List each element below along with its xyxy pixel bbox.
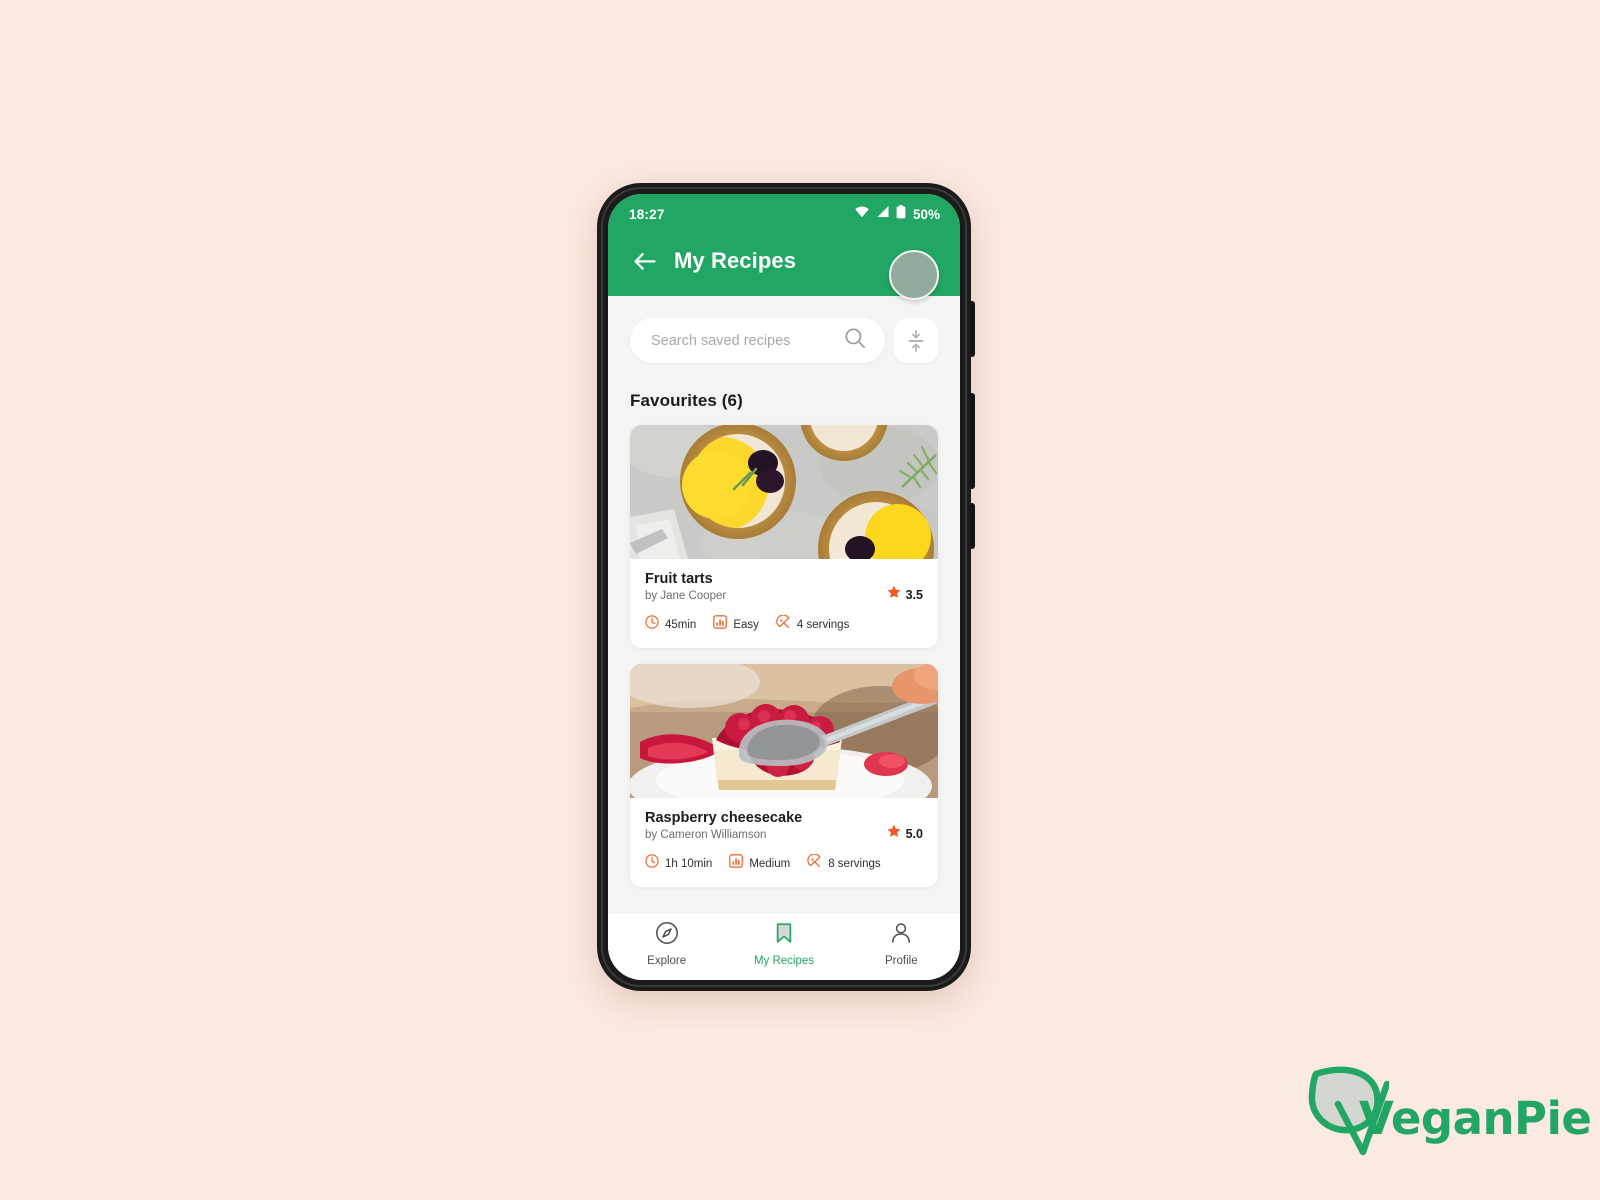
- avatar[interactable]: [889, 250, 939, 300]
- meta-servings: 8 servings: [807, 853, 881, 873]
- meta-difficulty-label: Medium: [749, 857, 791, 870]
- bookmark-icon: [772, 921, 796, 950]
- recipe-title-block: Fruit tarts by Jane Cooper: [645, 571, 726, 602]
- rating-value: 5.0: [905, 826, 923, 841]
- back-button[interactable]: [632, 248, 658, 274]
- difficulty-bars-icon: [729, 854, 744, 873]
- meta-time-label: 1h 10min: [665, 857, 713, 870]
- sort-button[interactable]: [894, 318, 938, 363]
- sort-arrows-icon: [908, 329, 924, 352]
- app-topbar: 18:27 50% My Recipes: [608, 194, 960, 300]
- clock-icon: [645, 854, 659, 873]
- recipe-author: by Cameron Williamson: [645, 829, 767, 841]
- search-box[interactable]: [630, 318, 885, 363]
- meta-difficulty-label: Easy: [733, 618, 759, 631]
- cellular-signal-icon: [876, 205, 890, 223]
- star-icon: [887, 824, 901, 843]
- meta-servings-label: 4 servings: [796, 618, 850, 631]
- recipe-card-info: Raspberry cheesecake by Cameron Williams…: [630, 798, 938, 887]
- person-icon: [889, 921, 913, 950]
- status-time: 18:27: [629, 206, 665, 222]
- content-scroll-area: Favourites (6): [608, 296, 960, 914]
- battery-icon: [896, 204, 906, 224]
- compass-icon: [655, 921, 679, 950]
- rating-value: 3.5: [905, 587, 923, 602]
- servings-icon: [807, 853, 822, 873]
- phone-device-frame: 18:27 50% My Recipes Search saved recipe…: [597, 183, 975, 991]
- recipe-title-row: Raspberry cheesecake by Cameron Williams…: [645, 810, 923, 843]
- meta-servings-label: 8 servings: [828, 857, 881, 870]
- recipe-title: Fruit tarts: [645, 571, 713, 587]
- raspberry-cheesecake-photo: [630, 664, 938, 798]
- meta-servings: 4 servings: [776, 614, 850, 634]
- assistant-button[interactable]: [970, 503, 975, 549]
- nav-label-my-recipes: My Recipes: [753, 955, 815, 967]
- nav-item-explore[interactable]: Explore: [624, 921, 710, 967]
- appbar: My Recipes: [608, 226, 960, 300]
- meta-time-label: 45min: [665, 618, 697, 631]
- section-title: Favourites (6): [630, 391, 743, 410]
- recipe-card[interactable]: Raspberry cheesecake by Cameron Williams…: [630, 664, 938, 887]
- meta-time: 45min: [645, 615, 696, 634]
- nav-item-my-recipes[interactable]: My Recipes: [741, 921, 827, 967]
- rating-badge: 3.5: [887, 571, 923, 604]
- wifi-icon: [854, 205, 870, 223]
- volume-button[interactable]: [970, 393, 975, 489]
- recipe-title-row: Fruit tarts by Jane Cooper 3.5: [645, 571, 923, 604]
- recipe-card-info: Fruit tarts by Jane Cooper 3.5 45min Eas…: [630, 559, 938, 648]
- status-indicators: 50%: [854, 204, 940, 224]
- recipe-meta: 1h 10min Medium 8 servings: [645, 853, 923, 873]
- phone-screen: 18:27 50% My Recipes Search saved recipe…: [608, 194, 960, 980]
- status-bar: 18:27 50%: [608, 202, 960, 226]
- arrow-left-icon: [634, 252, 656, 270]
- power-button[interactable]: [970, 301, 975, 357]
- recipe-title-block: Raspberry cheesecake by Cameron Williams…: [645, 810, 802, 841]
- recipe-meta: 45min Easy 4 servings: [645, 614, 923, 634]
- bottom-navigation: Explore My Recipes Profile: [608, 914, 960, 980]
- search-row: [630, 296, 938, 363]
- recipe-card[interactable]: Fruit tarts by Jane Cooper 3.5 45min Eas…: [630, 425, 938, 648]
- search-icon[interactable]: [844, 327, 866, 354]
- recipe-title: Raspberry cheesecake: [645, 810, 803, 826]
- rating-badge: 5.0: [887, 810, 923, 843]
- meta-difficulty: Medium: [729, 854, 790, 873]
- nav-label-explore: Explore: [647, 955, 687, 967]
- meta-time: 1h 10min: [645, 854, 712, 873]
- difficulty-bars-icon: [713, 615, 728, 634]
- page-title: My Recipes: [674, 248, 797, 273]
- nav-item-profile[interactable]: Profile: [858, 921, 944, 967]
- fruit-tarts-photo: [630, 425, 938, 559]
- star-icon: [887, 585, 901, 604]
- clock-icon: [645, 615, 659, 634]
- battery-percent: 50%: [912, 206, 940, 222]
- search-input[interactable]: [651, 332, 844, 349]
- logo-text: VeganPie: [1359, 1092, 1592, 1145]
- brand-logo: VeganPie: [1303, 1060, 1592, 1161]
- recipe-author: by Jane Cooper: [645, 590, 727, 602]
- meta-difficulty: Easy: [713, 615, 759, 634]
- servings-icon: [776, 614, 791, 634]
- nav-label-profile: Profile: [885, 955, 918, 967]
